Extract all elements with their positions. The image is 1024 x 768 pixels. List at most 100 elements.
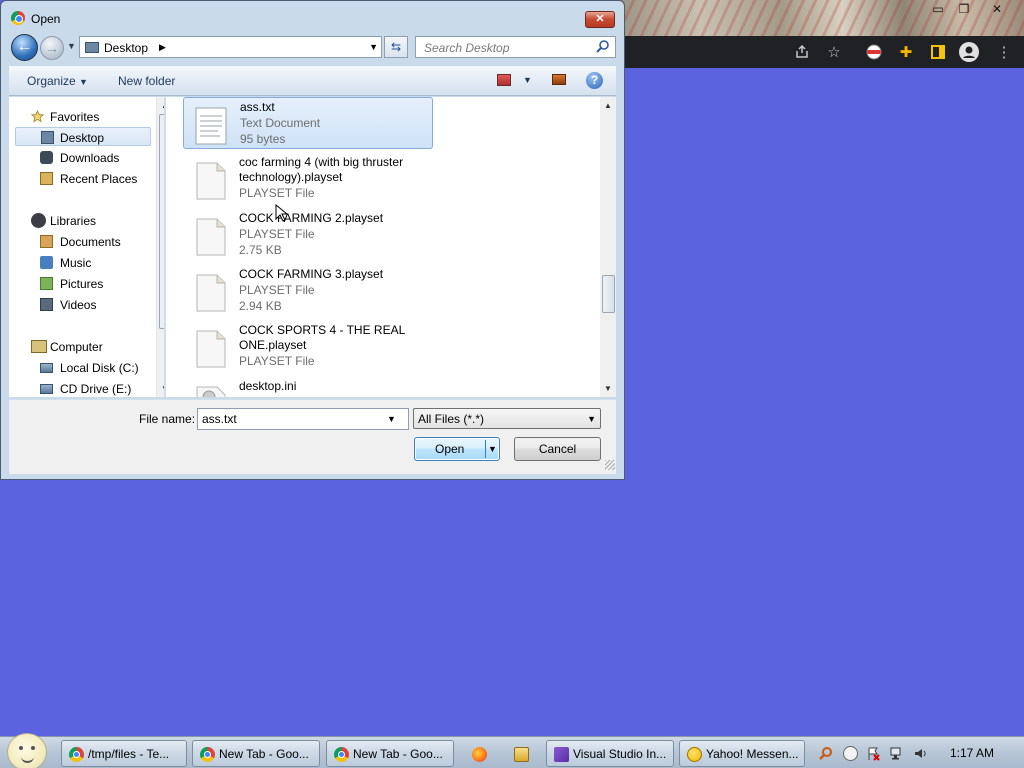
filetype-select[interactable]: All Files (*.*) ▼	[413, 408, 601, 429]
open-button[interactable]: Open ▼	[414, 437, 500, 461]
chrome-icon	[200, 747, 215, 762]
taskbar-button-visual-studio[interactable]: Visual Studio In...	[546, 740, 674, 767]
action-center-flag-icon[interactable]	[866, 746, 881, 761]
address-bar[interactable]: Desktop ▶ ▼	[79, 36, 382, 58]
nav-item-downloads[interactable]: Downloads	[19, 148, 157, 167]
chevron-down-icon: ▼	[587, 414, 596, 424]
nav-item-documents[interactable]: Documents	[19, 232, 157, 251]
file-item[interactable]: COCK FARMING 2.playset PLAYSET File 2.75…	[183, 209, 433, 261]
menu-icon[interactable]: ⋮	[994, 42, 1014, 62]
libraries-icon	[31, 213, 46, 228]
file-item[interactable]: COCK SPORTS 4 - THE REAL ONE.playset PLA…	[183, 321, 433, 373]
open-label: Open	[435, 442, 465, 456]
dialog-close-button[interactable]: ✕	[585, 11, 615, 28]
filename-input[interactable]	[197, 408, 409, 430]
taskbar-button-new-tab-1[interactable]: New Tab - Goo...	[192, 740, 320, 767]
help-icon[interactable]: ?	[586, 72, 603, 89]
refresh-button[interactable]: ⇆	[384, 36, 408, 58]
breadcrumb-arrow-icon[interactable]: ▶	[159, 42, 166, 53]
filename-label: File name:	[139, 412, 196, 426]
blank-file-icon	[196, 274, 226, 312]
file-scroll-thumb[interactable]	[602, 275, 615, 313]
nav-item-desktop[interactable]: Desktop	[15, 127, 151, 146]
pictures-icon	[40, 277, 53, 290]
nav-item-favorites[interactable]: Favorites	[19, 107, 157, 126]
file-item[interactable]: desktop.ini	[183, 377, 433, 397]
search-placeholder: Search Desktop	[424, 41, 510, 55]
blank-file-icon	[196, 162, 226, 200]
messenger-tray-icon[interactable]	[843, 746, 858, 761]
file-item[interactable]: ass.txt Text Document 95 bytes	[183, 97, 433, 149]
back-button[interactable]: ←	[11, 34, 38, 61]
clock[interactable]: 1:17 AM	[950, 746, 994, 760]
file-item[interactable]: coc farming 4 (with big thruster technol…	[183, 153, 433, 205]
nav-item-libraries[interactable]: Libraries	[19, 211, 157, 230]
downloads-icon	[40, 151, 53, 164]
profile-flag-icon[interactable]	[864, 42, 884, 62]
documents-icon	[40, 235, 53, 248]
dialog-titlebar[interactable]: Open ✕	[1, 1, 624, 35]
scroll-up-icon[interactable]: ▲	[161, 101, 164, 110]
account-icon[interactable]	[959, 42, 979, 62]
sidebar-icon[interactable]	[928, 42, 948, 62]
cancel-button[interactable]: Cancel	[514, 437, 601, 461]
scroll-up-icon[interactable]: ▲	[604, 101, 612, 110]
start-button[interactable]	[7, 733, 47, 768]
nav-scroll-thumb[interactable]	[159, 114, 164, 329]
file-item[interactable]: COCK FARMING 3.playset PLAYSET File 2.94…	[183, 265, 433, 317]
scroll-down-icon[interactable]: ▼	[161, 384, 164, 393]
forward-button[interactable]: →	[40, 36, 64, 60]
search-tool-icon[interactable]	[818, 746, 833, 761]
taskbar-button-yahoo-messenger[interactable]: Yahoo! Messen...	[679, 740, 805, 767]
star-icon[interactable]: ☆	[824, 42, 844, 62]
breadcrumb-desktop[interactable]: Desktop	[104, 41, 148, 55]
preview-pane-icon[interactable]	[552, 74, 566, 85]
blank-file-icon	[196, 218, 226, 256]
taskbar-button-tmp-files[interactable]: /tmp/files - Te...	[61, 740, 187, 767]
nav-item-videos[interactable]: Videos	[19, 295, 157, 314]
nav-item-cd-drive[interactable]: CD Drive (E:)	[19, 379, 157, 397]
organize-button[interactable]: Organize ▼	[27, 74, 88, 88]
resize-grip[interactable]	[605, 460, 615, 470]
nav-item-recent-places[interactable]: Recent Places	[19, 169, 157, 188]
nav-item-computer[interactable]: Computer	[19, 337, 157, 356]
browser-window: ▭ ❐ ✕ ☆ ✚ ⋮	[620, 0, 1024, 68]
taskbar-button-new-tab-2[interactable]: New Tab - Goo...	[326, 740, 454, 767]
taskbar-pinned-firefox[interactable]	[462, 740, 496, 767]
network-icon[interactable]	[889, 746, 904, 761]
nav-item-pictures[interactable]: Pictures	[19, 274, 157, 293]
firefox-icon	[472, 747, 487, 762]
share-icon[interactable]	[792, 42, 812, 62]
taskbar-pinned-explorer[interactable]	[504, 740, 538, 767]
browser-close-button[interactable]: ✕	[986, 1, 1008, 17]
search-box[interactable]: Search Desktop	[415, 36, 616, 58]
blank-file-icon	[196, 330, 226, 368]
videos-icon	[40, 298, 53, 311]
views-dropdown-icon[interactable]: ▼	[523, 75, 532, 85]
address-dropdown-icon[interactable]: ▼	[369, 42, 378, 52]
extensions-icon[interactable]: ✚	[896, 42, 916, 62]
scroll-down-icon[interactable]: ▼	[604, 384, 612, 393]
system-tray: 1:17 AM	[812, 737, 1024, 768]
filename-dropdown-icon[interactable]: ▼	[387, 414, 396, 424]
cd-drive-icon	[40, 384, 53, 394]
nav-scrollbar[interactable]: ▲ ▼	[156, 97, 164, 397]
nav-item-music[interactable]: Music	[19, 253, 157, 272]
visual-studio-icon	[554, 747, 569, 762]
browser-tab-strip: ▭ ❐ ✕	[620, 0, 1024, 36]
volume-icon[interactable]	[913, 746, 928, 761]
recent-locations-dropdown[interactable]: ▼	[67, 41, 76, 51]
yahoo-smiley-icon	[687, 747, 702, 762]
search-icon[interactable]	[595, 39, 611, 55]
chrome-icon	[11, 11, 25, 25]
open-options-dropdown-icon[interactable]: ▼	[488, 444, 497, 454]
minimize-button[interactable]: ▭	[927, 1, 949, 17]
file-scrollbar[interactable]: ▲ ▼	[600, 97, 616, 397]
new-folder-button[interactable]: New folder	[118, 74, 175, 88]
restore-button[interactable]: ❐	[953, 1, 975, 17]
change-view-icon[interactable]	[497, 74, 511, 86]
open-split-divider	[485, 440, 486, 458]
nav-item-local-disk[interactable]: Local Disk (C:)	[19, 358, 157, 377]
chrome-icon	[334, 747, 349, 762]
file-list: ass.txt Text Document 95 bytes coc farmi…	[166, 97, 616, 397]
